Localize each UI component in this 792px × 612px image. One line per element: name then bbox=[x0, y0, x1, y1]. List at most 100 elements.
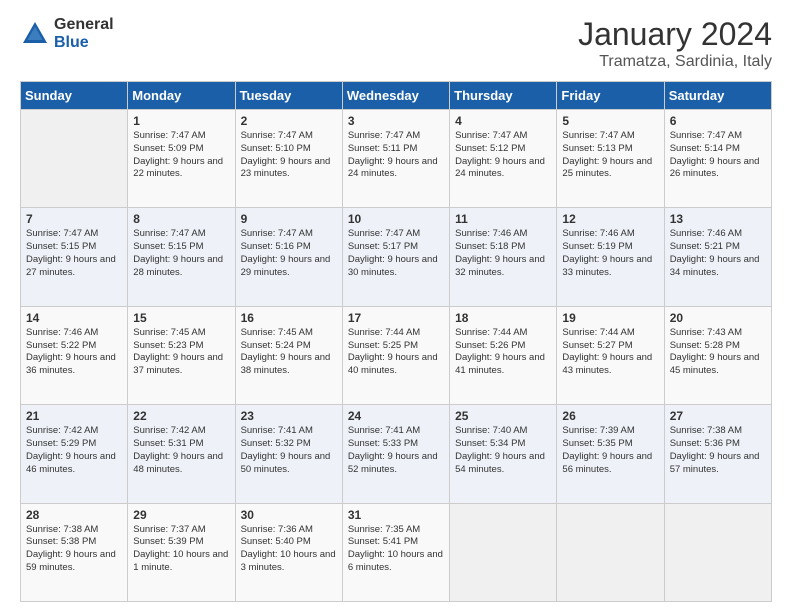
cell-info: Sunrise: 7:47 AM Sunset: 5:16 PM Dayligh… bbox=[241, 228, 337, 279]
calendar-cell: 13Sunrise: 7:46 AM Sunset: 5:21 PM Dayli… bbox=[664, 208, 771, 306]
calendar-cell: 28Sunrise: 7:38 AM Sunset: 5:38 PM Dayli… bbox=[21, 503, 128, 601]
cell-info: Sunrise: 7:47 AM Sunset: 5:15 PM Dayligh… bbox=[133, 228, 229, 279]
day-number: 23 bbox=[241, 409, 337, 423]
calendar-cell: 12 Sunrise: 7:46 AM Sunset: 5:19 PM Dayli… bbox=[557, 208, 664, 306]
calendar-cell: 14 Sunrise: 7:46 AM Sunset: 5:22 PM Dayli… bbox=[21, 306, 128, 404]
calendar-cell: 19 Sunrise: 7:44 AM Sunset: 5:27 PM Dayli… bbox=[557, 306, 664, 404]
day-number: 31 bbox=[348, 508, 444, 522]
calendar-cell: 29 Sunrise: 7:37 AM Sunset: 5:39 PM Dayli… bbox=[128, 503, 235, 601]
cell-info: Sunrise: 7:38 AM Sunset: 5:38 PM Dayligh… bbox=[26, 524, 122, 575]
calendar-row: 1Sunrise: 7:47 AM Sunset: 5:09 PM Daylig… bbox=[21, 110, 772, 208]
day-number: 8 bbox=[133, 212, 229, 226]
calendar-cell: 6 Sunrise: 7:47 AM Sunset: 5:14 PM Daylig… bbox=[664, 110, 771, 208]
calendar-cell: 24 Sunrise: 7:41 AM Sunset: 5:33 PM Dayli… bbox=[342, 405, 449, 503]
cell-info: Sunrise: 7:46 AM Sunset: 5:18 PM Dayligh… bbox=[455, 228, 551, 279]
cell-info: Sunrise: 7:44 AM Sunset: 5:25 PM Dayligh… bbox=[348, 327, 444, 378]
cell-info: Sunrise: 7:36 AM Sunset: 5:40 PM Dayligh… bbox=[241, 524, 337, 575]
calendar-cell: 26 Sunrise: 7:39 AM Sunset: 5:35 PM Dayli… bbox=[557, 405, 664, 503]
cell-info: Sunrise: 7:42 AM Sunset: 5:29 PM Dayligh… bbox=[26, 425, 122, 476]
cell-info: Sunrise: 7:47 AM Sunset: 5:09 PM Dayligh… bbox=[133, 130, 229, 181]
cell-info: Sunrise: 7:47 AM Sunset: 5:11 PM Dayligh… bbox=[348, 130, 444, 181]
calendar-cell: 18 Sunrise: 7:44 AM Sunset: 5:26 PM Dayli… bbox=[450, 306, 557, 404]
weekday-header-cell: Thursday bbox=[450, 82, 557, 110]
cell-info: Sunrise: 7:47 AM Sunset: 5:13 PM Dayligh… bbox=[562, 130, 658, 181]
month-title: January 2024 bbox=[578, 16, 772, 53]
cell-info: Sunrise: 7:47 AM Sunset: 5:14 PM Dayligh… bbox=[670, 130, 766, 181]
calendar-cell: 3Sunrise: 7:47 AM Sunset: 5:11 PM Daylig… bbox=[342, 110, 449, 208]
day-number: 20 bbox=[670, 311, 766, 325]
calendar-cell: 21 Sunrise: 7:42 AM Sunset: 5:29 PM Dayli… bbox=[21, 405, 128, 503]
cell-info: Sunrise: 7:37 AM Sunset: 5:39 PM Dayligh… bbox=[133, 524, 229, 575]
calendar-cell: 5 Sunrise: 7:47 AM Sunset: 5:13 PM Daylig… bbox=[557, 110, 664, 208]
day-number: 26 bbox=[562, 409, 658, 423]
day-number: 2 bbox=[241, 114, 337, 128]
day-number: 9 bbox=[241, 212, 337, 226]
cell-info: Sunrise: 7:38 AM Sunset: 5:36 PM Dayligh… bbox=[670, 425, 766, 476]
calendar-cell: 1Sunrise: 7:47 AM Sunset: 5:09 PM Daylig… bbox=[128, 110, 235, 208]
weekday-header: SundayMondayTuesdayWednesdayThursdayFrid… bbox=[21, 82, 772, 110]
cell-info: Sunrise: 7:39 AM Sunset: 5:35 PM Dayligh… bbox=[562, 425, 658, 476]
page: General Blue January 2024 Tramatza, Sard… bbox=[0, 0, 792, 612]
weekday-header-cell: Saturday bbox=[664, 82, 771, 110]
day-number: 15 bbox=[133, 311, 229, 325]
calendar-cell: 9 Sunrise: 7:47 AM Sunset: 5:16 PM Daylig… bbox=[235, 208, 342, 306]
logo-text: General Blue bbox=[54, 16, 114, 51]
calendar-row: 21 Sunrise: 7:42 AM Sunset: 5:29 PM Dayli… bbox=[21, 405, 772, 503]
cell-info: Sunrise: 7:45 AM Sunset: 5:23 PM Dayligh… bbox=[133, 327, 229, 378]
day-number: 10 bbox=[348, 212, 444, 226]
cell-info: Sunrise: 7:41 AM Sunset: 5:32 PM Dayligh… bbox=[241, 425, 337, 476]
day-number: 29 bbox=[133, 508, 229, 522]
header: General Blue January 2024 Tramatza, Sard… bbox=[20, 16, 772, 71]
calendar-cell bbox=[21, 110, 128, 208]
cell-info: Sunrise: 7:45 AM Sunset: 5:24 PM Dayligh… bbox=[241, 327, 337, 378]
calendar-cell: 15 Sunrise: 7:45 AM Sunset: 5:23 PM Dayli… bbox=[128, 306, 235, 404]
day-number: 24 bbox=[348, 409, 444, 423]
calendar-table: SundayMondayTuesdayWednesdayThursdayFrid… bbox=[20, 81, 772, 602]
cell-info: Sunrise: 7:41 AM Sunset: 5:33 PM Dayligh… bbox=[348, 425, 444, 476]
title-block: January 2024 Tramatza, Sardinia, Italy bbox=[578, 16, 772, 71]
calendar-cell bbox=[557, 503, 664, 601]
cell-info: Sunrise: 7:47 AM Sunset: 5:15 PM Dayligh… bbox=[26, 228, 122, 279]
day-number: 7 bbox=[26, 212, 122, 226]
cell-info: Sunrise: 7:44 AM Sunset: 5:27 PM Dayligh… bbox=[562, 327, 658, 378]
day-number: 22 bbox=[133, 409, 229, 423]
cell-info: Sunrise: 7:46 AM Sunset: 5:19 PM Dayligh… bbox=[562, 228, 658, 279]
calendar-row: 14 Sunrise: 7:46 AM Sunset: 5:22 PM Dayli… bbox=[21, 306, 772, 404]
calendar-cell: 7 Sunrise: 7:47 AM Sunset: 5:15 PM Daylig… bbox=[21, 208, 128, 306]
calendar-cell: 4Sunrise: 7:47 AM Sunset: 5:12 PM Daylig… bbox=[450, 110, 557, 208]
logo-general: General bbox=[54, 16, 114, 34]
cell-info: Sunrise: 7:44 AM Sunset: 5:26 PM Dayligh… bbox=[455, 327, 551, 378]
day-number: 27 bbox=[670, 409, 766, 423]
calendar-cell: 17Sunrise: 7:44 AM Sunset: 5:25 PM Dayli… bbox=[342, 306, 449, 404]
day-number: 30 bbox=[241, 508, 337, 522]
calendar-cell: 20 Sunrise: 7:43 AM Sunset: 5:28 PM Dayli… bbox=[664, 306, 771, 404]
day-number: 11 bbox=[455, 212, 551, 226]
cell-info: Sunrise: 7:47 AM Sunset: 5:12 PM Dayligh… bbox=[455, 130, 551, 181]
logo-blue: Blue bbox=[54, 34, 114, 52]
day-number: 19 bbox=[562, 311, 658, 325]
day-number: 12 bbox=[562, 212, 658, 226]
day-number: 25 bbox=[455, 409, 551, 423]
weekday-header-cell: Tuesday bbox=[235, 82, 342, 110]
calendar-cell bbox=[450, 503, 557, 601]
day-number: 14 bbox=[26, 311, 122, 325]
calendar-cell: 11 Sunrise: 7:46 AM Sunset: 5:18 PM Dayli… bbox=[450, 208, 557, 306]
day-number: 6 bbox=[670, 114, 766, 128]
cell-info: Sunrise: 7:46 AM Sunset: 5:22 PM Dayligh… bbox=[26, 327, 122, 378]
calendar-cell: 2 Sunrise: 7:47 AM Sunset: 5:10 PM Daylig… bbox=[235, 110, 342, 208]
calendar-cell: 10 Sunrise: 7:47 AM Sunset: 5:17 PM Dayli… bbox=[342, 208, 449, 306]
cell-info: Sunrise: 7:47 AM Sunset: 5:10 PM Dayligh… bbox=[241, 130, 337, 181]
day-number: 18 bbox=[455, 311, 551, 325]
weekday-header-cell: Sunday bbox=[21, 82, 128, 110]
calendar-cell: 25Sunrise: 7:40 AM Sunset: 5:34 PM Dayli… bbox=[450, 405, 557, 503]
weekday-header-cell: Monday bbox=[128, 82, 235, 110]
cell-info: Sunrise: 7:43 AM Sunset: 5:28 PM Dayligh… bbox=[670, 327, 766, 378]
weekday-header-cell: Wednesday bbox=[342, 82, 449, 110]
day-number: 5 bbox=[562, 114, 658, 128]
cell-info: Sunrise: 7:47 AM Sunset: 5:17 PM Dayligh… bbox=[348, 228, 444, 279]
calendar-cell: 30 Sunrise: 7:36 AM Sunset: 5:40 PM Dayli… bbox=[235, 503, 342, 601]
calendar-cell: 16Sunrise: 7:45 AM Sunset: 5:24 PM Dayli… bbox=[235, 306, 342, 404]
day-number: 21 bbox=[26, 409, 122, 423]
calendar-cell: 31Sunrise: 7:35 AM Sunset: 5:41 PM Dayli… bbox=[342, 503, 449, 601]
calendar-row: 7 Sunrise: 7:47 AM Sunset: 5:15 PM Daylig… bbox=[21, 208, 772, 306]
